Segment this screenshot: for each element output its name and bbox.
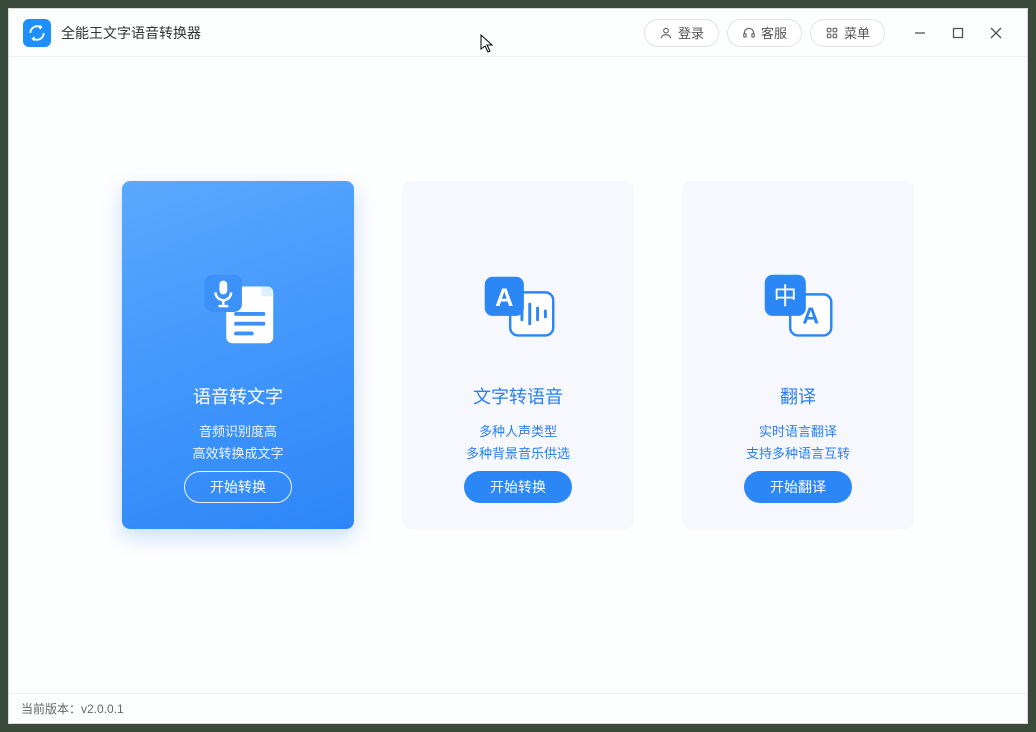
user-icon xyxy=(659,26,673,40)
titlebar: 全能王文字语音转换器 登录 客服 菜单 xyxy=(9,9,1027,57)
svg-text:A: A xyxy=(495,284,513,312)
login-button[interactable]: 登录 xyxy=(644,19,719,47)
card-description: 多种人声类型 多种背景音乐供选 xyxy=(466,421,570,465)
app-title: 全能王文字语音转换器 xyxy=(61,23,201,43)
card-text-to-speech[interactable]: A 文字转语音 多种人声类型 多种背景音乐供选 开始转换 xyxy=(402,181,634,529)
support-label: 客服 xyxy=(761,23,787,42)
maximize-button[interactable] xyxy=(939,14,977,52)
menu-button[interactable]: 菜单 xyxy=(810,19,885,47)
text-to-speech-icon: A xyxy=(473,265,563,355)
headset-icon xyxy=(742,26,756,40)
statusbar: 当前版本： v2.0.0.1 xyxy=(9,693,1027,723)
support-button[interactable]: 客服 xyxy=(727,19,802,47)
minimize-button[interactable] xyxy=(901,14,939,52)
app-window: 全能王文字语音转换器 登录 客服 菜单 xyxy=(8,8,1028,724)
app-logo-icon xyxy=(23,19,51,47)
card-translate[interactable]: A 中 翻译 实时语言翻译 支持多种语言互转 开始翻译 xyxy=(682,181,914,529)
start-convert-button[interactable]: 开始转换 xyxy=(464,471,572,503)
start-translate-button[interactable]: 开始翻译 xyxy=(744,471,852,503)
speech-to-text-icon xyxy=(193,265,283,355)
card-title: 语音转文字 xyxy=(193,383,283,409)
card-title: 文字转语音 xyxy=(473,383,563,409)
window-controls xyxy=(901,14,1015,52)
version-label: 当前版本： xyxy=(21,700,81,717)
menu-label: 菜单 xyxy=(844,23,870,42)
card-speech-to-text[interactable]: 语音转文字 音频识别度高 高效转换成文字 开始转换 xyxy=(122,181,354,529)
close-button[interactable] xyxy=(977,14,1015,52)
card-description: 实时语言翻译 支持多种语言互转 xyxy=(746,421,850,465)
card-description: 音频识别度高 高效转换成文字 xyxy=(192,421,283,465)
grid-icon xyxy=(825,26,839,40)
svg-text:中: 中 xyxy=(774,283,797,309)
main-content: 语音转文字 音频识别度高 高效转换成文字 开始转换 A xyxy=(9,57,1027,693)
card-title: 翻译 xyxy=(780,383,816,409)
translate-icon: A 中 xyxy=(753,265,843,355)
version-number: v2.0.0.1 xyxy=(81,702,124,716)
login-label: 登录 xyxy=(678,23,704,42)
start-convert-button[interactable]: 开始转换 xyxy=(184,471,292,503)
